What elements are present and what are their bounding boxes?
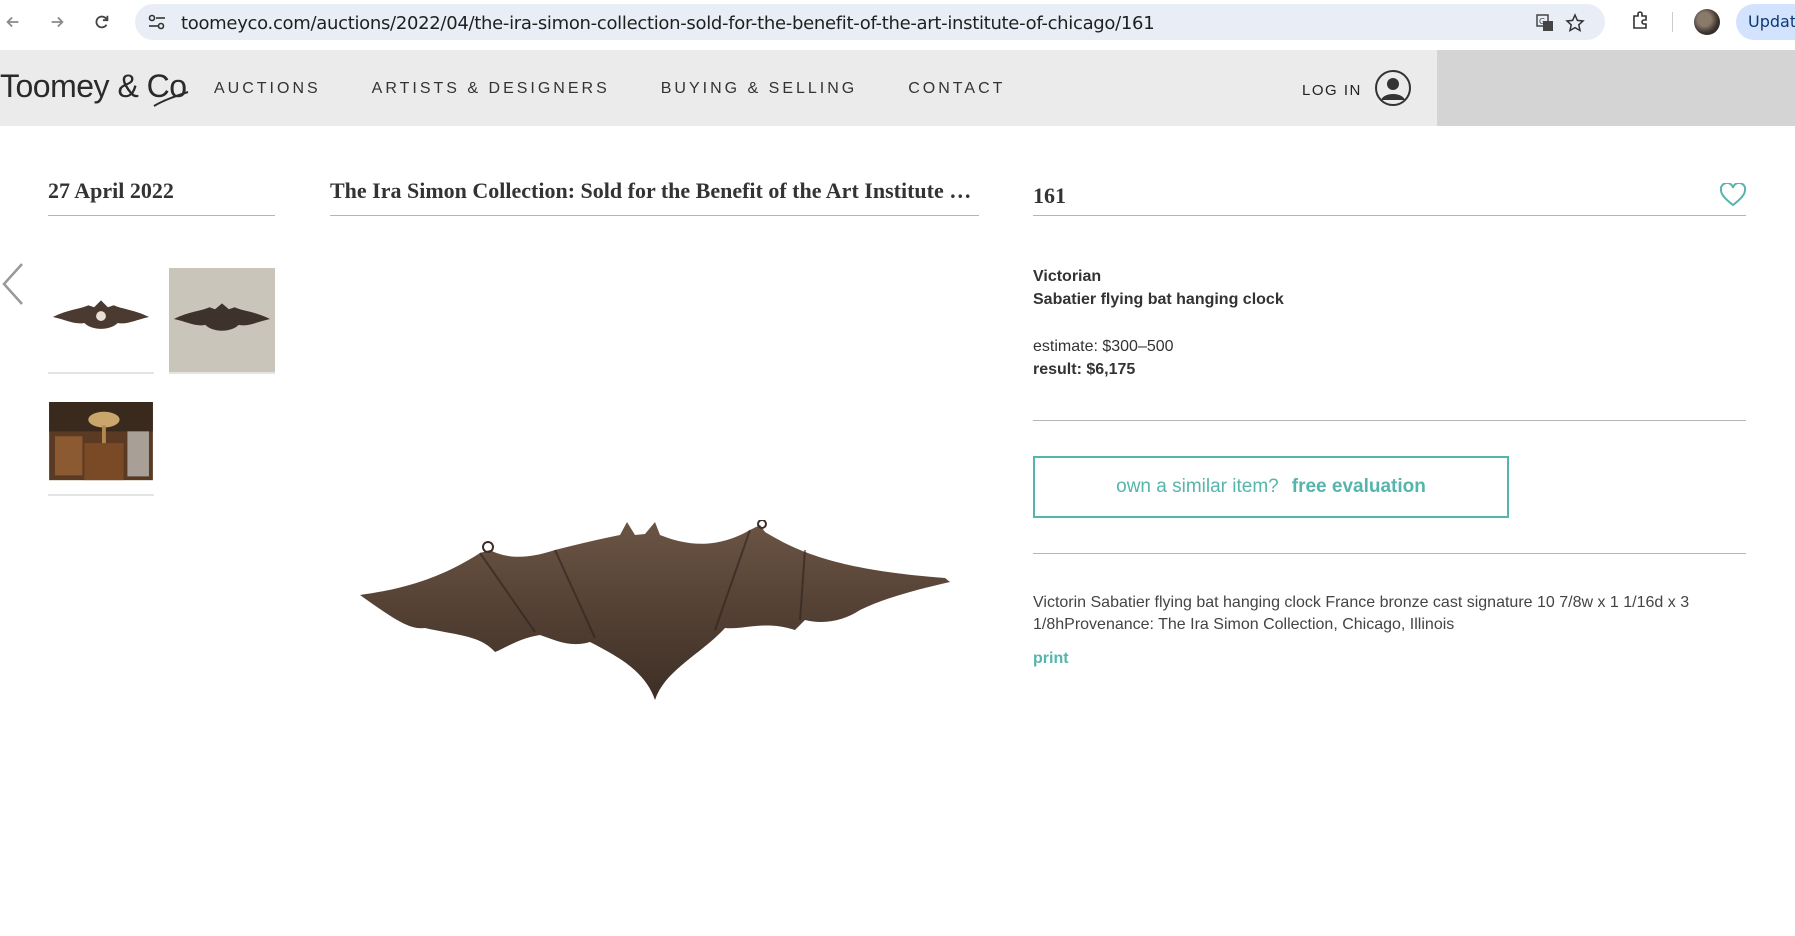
date-divider (48, 215, 275, 216)
lot-number: 161 (1033, 183, 1066, 208)
free-evaluation-button[interactable]: own a similar item? free evaluation (1033, 456, 1509, 518)
lot-name: Sabatier flying bat hanging clock (1033, 291, 1284, 308)
login-link[interactable]: LOG IN (1302, 82, 1362, 99)
chevron-left-icon[interactable] (0, 262, 26, 306)
site-settings-icon[interactable] (147, 13, 167, 31)
lot-estimate: estimate: $300–500 (1033, 338, 1174, 355)
site-header: Toomey & Co AUCTIONS ARTISTS & DESIGNERS… (0, 50, 1795, 126)
profile-avatar[interactable] (1694, 9, 1720, 35)
arrow-right-icon (51, 16, 64, 28)
extensions-icon[interactable] (1629, 10, 1651, 32)
nav-artists-designers[interactable]: ARTISTS & DESIGNERS (372, 80, 610, 98)
reload-button[interactable] (89, 9, 115, 35)
bat-clock-image (52, 300, 150, 329)
thumbnail-bat-back[interactable] (169, 268, 275, 374)
sale-title[interactable]: The Ira Simon Collection: Sold for the B… (330, 178, 980, 204)
lot-result: result: $6,175 (1033, 361, 1136, 378)
main-lot-image[interactable] (355, 520, 955, 705)
toolbar-divider (1672, 12, 1673, 32)
header-search-area[interactable] (1437, 50, 1795, 126)
print-link[interactable]: print (1033, 650, 1069, 668)
translate-icon[interactable]: G (1535, 13, 1555, 33)
evaluation-link[interactable]: free evaluation (1292, 476, 1426, 498)
back-button[interactable] (0, 9, 26, 35)
evaluation-divider (1033, 553, 1746, 554)
lot-divider (1033, 215, 1746, 216)
reload-icon (95, 15, 109, 29)
sale-date: 27 April 2022 (48, 178, 174, 203)
svg-text:G: G (1539, 17, 1545, 26)
star-icon[interactable] (1565, 13, 1585, 33)
url-text[interactable]: toomeyco.com/auctions/2022/04/the-ira-si… (181, 13, 1155, 34)
nav-auctions[interactable]: AUCTIONS (214, 80, 321, 98)
evaluation-prompt: own a similar item? (1116, 476, 1279, 497)
address-bar[interactable]: toomeyco.com/auctions/2022/04/the-ira-si… (135, 4, 1605, 40)
thumbnail-bat-front[interactable] (48, 268, 154, 374)
browser-toolbar: toomeyco.com/auctions/2022/04/the-ira-si… (0, 0, 1795, 44)
arrow-left-icon (6, 16, 19, 28)
room-installation-image (49, 402, 153, 494)
main-nav: AUCTIONS ARTISTS & DESIGNERS BUYING & SE… (214, 80, 1005, 98)
details-divider (1033, 420, 1746, 421)
title-divider (330, 215, 979, 216)
heart-icon[interactable] (1720, 183, 1746, 207)
logo-swoosh-icon (153, 91, 189, 107)
nav-contact[interactable]: CONTACT (908, 80, 1005, 98)
update-button[interactable]: Update (1736, 4, 1795, 40)
forward-button[interactable] (44, 9, 70, 35)
user-icon[interactable] (1374, 69, 1412, 107)
lot-description: Victorin Sabatier flying bat hanging clo… (1033, 594, 1690, 633)
lot-category: Victorian (1033, 268, 1102, 285)
bat-clock-image (170, 268, 274, 372)
thumbnail-room[interactable] (48, 402, 154, 496)
nav-buying-selling[interactable]: BUYING & SELLING (661, 80, 858, 98)
